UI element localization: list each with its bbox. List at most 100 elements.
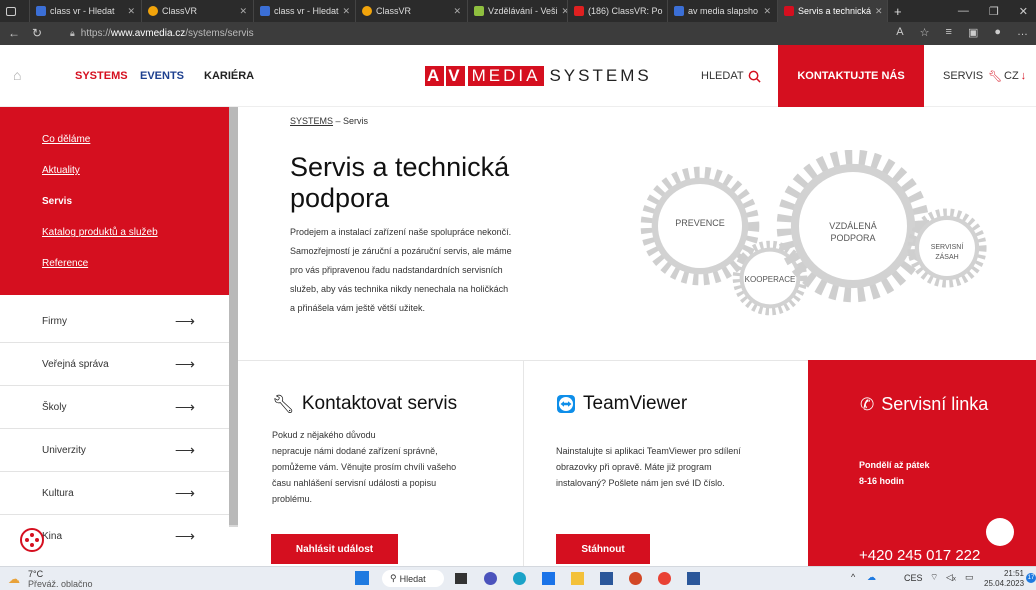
phone-icon: ✆: [860, 394, 875, 414]
sidebar-link-servis[interactable]: Servis: [42, 196, 72, 207]
browser-tab-active[interactable]: Servis a technická ✕: [778, 0, 888, 22]
url-field[interactable]: 🔒︎ https://www.avmedia.cz/systems/servis: [70, 25, 930, 43]
weather-temp: 7°C: [28, 569, 44, 579]
service-line-phone[interactable]: +420 245 017 222: [859, 547, 980, 564]
clock[interactable]: 21:51 25.04.2023: [984, 569, 1024, 589]
service-line-hours: 8-16 hodin: [859, 476, 905, 486]
intro-line: Samozřejmostí je záruční a pozáruční ser…: [290, 246, 512, 256]
close-window-icon[interactable]: ✕: [1019, 5, 1028, 18]
contact-button[interactable]: KONTAKTUJTE NÁS: [778, 45, 924, 107]
teams-icon[interactable]: [484, 572, 497, 585]
onedrive-icon[interactable]: ☁: [867, 572, 876, 583]
breadcrumb: SYSTEMS – Servis: [290, 116, 368, 126]
weather-widget[interactable]: 7°C Převáž. oblačno: [28, 569, 93, 589]
windows-start-icon[interactable]: [355, 571, 369, 585]
tab-actions-button[interactable]: [0, 0, 30, 22]
close-icon[interactable]: ✕: [875, 6, 883, 17]
sidebar-item-label: Školy: [42, 401, 67, 413]
accessibility-icon[interactable]: [20, 528, 44, 552]
more-icon[interactable]: …: [1017, 26, 1028, 39]
sidebar-link-co-delame[interactable]: Co děláme: [42, 134, 90, 145]
keyboard-language[interactable]: CES: [904, 573, 923, 583]
powerpoint-icon[interactable]: [629, 572, 642, 585]
url-prefix: https://: [80, 28, 111, 39]
servis-link[interactable]: SERVIS 🔧︎: [943, 45, 1002, 107]
nav-label: SYSTEMS: [75, 70, 128, 82]
sidebar-link-reference[interactable]: Reference: [42, 258, 88, 269]
browser-tab[interactable]: ClassVR ✕: [356, 0, 468, 22]
profile-icon[interactable]: ●: [994, 26, 1001, 39]
report-event-button[interactable]: Nahlásit událost: [271, 534, 398, 564]
home-icon[interactable]: ⌂: [13, 67, 21, 83]
wifi-icon[interactable]: ⌔: [930, 572, 938, 583]
app-icon[interactable]: [600, 572, 613, 585]
nav-kariera[interactable]: KARIÉRA: [204, 45, 254, 107]
nav-systems[interactable]: SYSTEMS: [75, 45, 128, 107]
page-title: Servis a technická podpora: [290, 152, 590, 214]
breadcrumb-link-systems[interactable]: SYSTEMS: [290, 116, 333, 126]
card-line: nepracuje námi dodané zařízení správně,: [272, 446, 438, 456]
volume-icon[interactable]: ◁ₓ: [946, 572, 956, 583]
store-icon[interactable]: [542, 572, 555, 585]
sidebar-scrollbar-thumb[interactable]: [229, 107, 238, 525]
favorite-icon[interactable]: ☆: [920, 26, 930, 39]
minimize-icon[interactable]: —: [958, 5, 969, 18]
browser-tab[interactable]: Vzdělávání - Veši ✕: [468, 0, 568, 22]
site-header: ⌂ SYSTEMS EVENTS KARIÉRA A V MEDIA SYSTE…: [0, 45, 1036, 107]
sidebar-link-katalog[interactable]: Katalog produktů a služeb: [42, 227, 158, 238]
notification-badge[interactable]: 17: [1026, 573, 1036, 583]
gear-label: VZDÁLENÁ: [829, 221, 877, 231]
nav-label: EVENTS: [140, 70, 185, 82]
close-icon[interactable]: ✕: [343, 6, 351, 17]
back-icon[interactable]: ←: [8, 26, 20, 40]
word-icon[interactable]: [687, 572, 700, 585]
task-view-icon[interactable]: [455, 573, 467, 584]
browser-tab[interactable]: class vr - Hledat ✕: [30, 0, 142, 22]
browser-tab[interactable]: class vr - Hledat ✕: [254, 0, 356, 22]
close-icon[interactable]: ✕: [127, 6, 135, 17]
browser-tab[interactable]: ClassVR ✕: [142, 0, 254, 22]
site-logo[interactable]: A V MEDIA SYSTEMS: [425, 66, 652, 86]
nav-events[interactable]: EVENTS: [140, 45, 184, 107]
search-icon: [674, 6, 684, 16]
language-switch[interactable]: CZ ↓: [1004, 45, 1026, 107]
logo-media: MEDIA: [467, 66, 545, 86]
download-button[interactable]: Stáhnout: [556, 534, 650, 564]
logo-letter: A: [425, 66, 445, 86]
new-tab-button[interactable]: +: [888, 0, 910, 22]
battery-icon[interactable]: ▭: [965, 572, 974, 583]
tray-chevron-icon[interactable]: ^: [851, 572, 855, 582]
chat-icon[interactable]: [986, 518, 1014, 546]
sidebar-item-label: Kultura: [42, 487, 74, 499]
reload-icon[interactable]: ↻: [32, 26, 42, 40]
close-icon[interactable]: ✕: [453, 6, 461, 17]
collections-icon[interactable]: ▣: [968, 26, 978, 39]
read-aloud-icon[interactable]: A: [896, 26, 903, 39]
card-line: obrazovky při opravě. Máte již program: [556, 462, 712, 472]
search-button[interactable]: HLEDAT: [701, 45, 761, 107]
sidebar-item-firmy[interactable]: Firmy ⟶: [0, 300, 229, 343]
close-icon[interactable]: ✕: [239, 6, 247, 17]
edge-icon[interactable]: [513, 572, 526, 585]
file-explorer-icon[interactable]: [571, 572, 584, 585]
card-text-kontakt: Pokud z nějakého důvodu nepracuje námi d…: [272, 427, 512, 507]
sidebar-item-kultura[interactable]: Kultura ⟶: [0, 472, 229, 515]
taskbar-search[interactable]: ⚲ Hledat: [382, 570, 444, 587]
card-line: instalovaný? Pošlete nám jen své ID čísl…: [556, 478, 725, 488]
intro-line: a přinášela vám ještě větší užitek.: [290, 303, 426, 313]
close-icon[interactable]: ✕: [763, 6, 771, 17]
restore-icon[interactable]: ❐: [989, 5, 999, 18]
favorites-list-icon[interactable]: ≡: [946, 26, 952, 39]
browser-tab[interactable]: av media slapsho ✕: [668, 0, 778, 22]
card-line: problému.: [272, 494, 313, 504]
browser-tab[interactable]: (186) ClassVR: Po ✕: [568, 0, 668, 22]
sidebar-item-univerzity[interactable]: Univerzity ⟶: [0, 429, 229, 472]
sidebar-item-verejna-sprava[interactable]: Veřejná správa ⟶: [0, 343, 229, 386]
sidebar-link-aktuality[interactable]: Aktuality: [42, 165, 80, 176]
breadcrumb-separator: –: [333, 116, 344, 126]
browser-tab-bar: class vr - Hledat ✕ ClassVR ✕ class vr -…: [0, 0, 1036, 22]
chrome-icon[interactable]: [658, 572, 671, 585]
sidebar-item-skoly[interactable]: Školy ⟶: [0, 386, 229, 429]
tab-label: (186) ClassVR: Po: [588, 6, 663, 16]
tab-label: class vr - Hledat: [50, 6, 115, 16]
